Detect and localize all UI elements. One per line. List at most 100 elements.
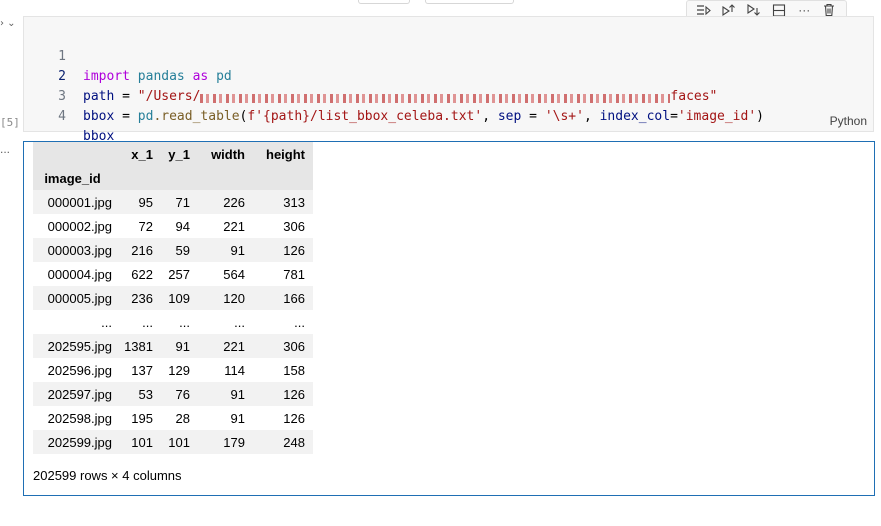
table-cell: 126 [253,238,313,262]
module-name: pandas [137,69,185,84]
index-col-value: 'image_id' [677,109,757,124]
cell-collapse-chevrons[interactable]: › ⌄ [0,18,16,29]
table-row: ............... [33,310,313,334]
table-cell: 91 [197,382,253,406]
table-cell: ... [294,314,305,330]
table-cell: 221 [223,218,245,234]
corner-header [33,142,120,166]
code-line-3: 3 bbox = pd.read_table(f'{path}/list_bbo… [24,67,764,124]
execution-count: [5] [0,116,20,129]
row-index-label: 202598.jpg [47,410,112,426]
column-header: x_1 [120,142,160,166]
table-cell: 313 [253,190,313,214]
table-cell: 1381 [120,334,160,358]
kwarg-index-col: index_col [599,109,671,124]
table-cell: 59 [160,238,197,262]
index-name-row: image_id [33,166,313,190]
code-line-1: 1 import pandas as pd [24,27,232,84]
keyword-as: as [192,69,209,84]
table-cell: 236 [120,286,160,310]
table-cell: 72 [138,218,153,234]
table-cell: 94 [175,218,190,234]
table-cell: 76 [160,382,197,406]
index-name: image_id [33,166,120,190]
table-row: 000003.jpg 216 59 91 126 [33,238,313,262]
dataframe-table: x_1 y_1 width height image_id 000001.jpg… [33,142,313,454]
sep-value: '\s+' [544,109,584,124]
previous-cell-button-stub-2[interactable] [425,0,514,4]
table-cell: 781 [283,266,305,282]
table-cell: ... [234,314,245,330]
output-cell[interactable]: x_1 y_1 width height image_id 000001.jpg… [23,141,875,496]
row-index-label: 000002.jpg [47,218,112,234]
comma: , [482,109,498,124]
table-row: 202595.jpg 1381 91 221 306 [33,334,313,358]
table-cell: 179 [197,430,253,454]
table-cell: 95 [120,190,160,214]
column-header: width [197,142,253,166]
table-cell: 306 [253,334,313,358]
path-string-end: faces" [670,89,718,104]
row-index-label: 000004.jpg [47,266,112,282]
module-alias: pd [137,109,154,124]
row-index-label: 202596.jpg [47,362,112,378]
assign-op: = [114,89,138,104]
table-cell: 137 [131,362,153,378]
kwarg-eq: = [670,109,678,124]
table-cell: 564 [223,266,245,282]
module-alias: pd [216,69,232,84]
paren-close: ) [756,109,764,124]
assign-op: = [114,109,138,124]
table-row: 000004.jpg 622 257 564 781 [33,262,313,286]
row-index-label: 000005.jpg [33,286,120,310]
cell-language-label[interactable]: Python [830,114,867,128]
row-index-label: 000003.jpg [33,238,120,262]
row-index-label: 202599.jpg [33,430,120,454]
table-cell: 129 [168,362,190,378]
table-cell: 622 [131,266,153,282]
variable-path: path [83,89,115,104]
table-row: 000005.jpg 236 109 120 166 [33,286,313,310]
table-cell: 226 [197,190,253,214]
column-header: height [253,142,313,166]
redacted-path-segment [200,94,671,103]
code-cell-editor[interactable]: 1 import pandas as pd 2 path = "/Users/f… [23,16,874,144]
table-cell: 71 [160,190,197,214]
table-row: 000002.jpg 72 94 221 306 [33,214,313,238]
comma: , [583,109,600,124]
table-cell: 91 [197,238,253,262]
row-index-label: 202597.jpg [33,382,120,406]
table-cell: 101 [120,430,160,454]
path-string-start: "/Users/ [137,89,201,104]
table-cell: 28 [175,410,190,426]
table-cell: 216 [120,238,160,262]
function-read-table: .read_table [153,109,240,124]
table-cell: 257 [168,266,190,282]
table-cell: 126 [283,410,305,426]
table-row: 202598.jpg 195 28 91 126 [33,406,313,430]
table-cell: 109 [160,286,197,310]
table-row: 000001.jpg 95 71 226 313 [33,190,313,214]
kwarg-eq: = [521,109,545,124]
column-header-row: x_1 y_1 width height [33,142,313,166]
table-cell: ... [179,314,190,330]
table-cell: 91 [230,410,245,426]
row-index-label: 202595.jpg [33,334,120,358]
keyword-import: import [83,69,130,84]
table-row: 202597.jpg 53 76 91 126 [33,382,313,406]
table-cell: 53 [120,382,160,406]
code-line-2: 2 path = "/Users/faces" [24,47,717,104]
table-cell: 91 [160,334,197,358]
output-actions-indicator[interactable]: ... [0,142,10,156]
table-cell: 306 [283,218,305,234]
table-cell: 221 [197,334,253,358]
column-header: y_1 [160,142,197,166]
table-cell: 166 [253,286,313,310]
table-row: 202599.jpg 101 101 179 248 [33,430,313,454]
table-cell: 158 [283,362,305,378]
row-index-label: ... [101,314,112,330]
previous-cell-button-stub[interactable] [358,0,410,4]
table-cell: 114 [224,362,245,378]
code-line-4: 4 bbox [24,87,114,144]
variable-bbox: bbox [83,109,115,124]
